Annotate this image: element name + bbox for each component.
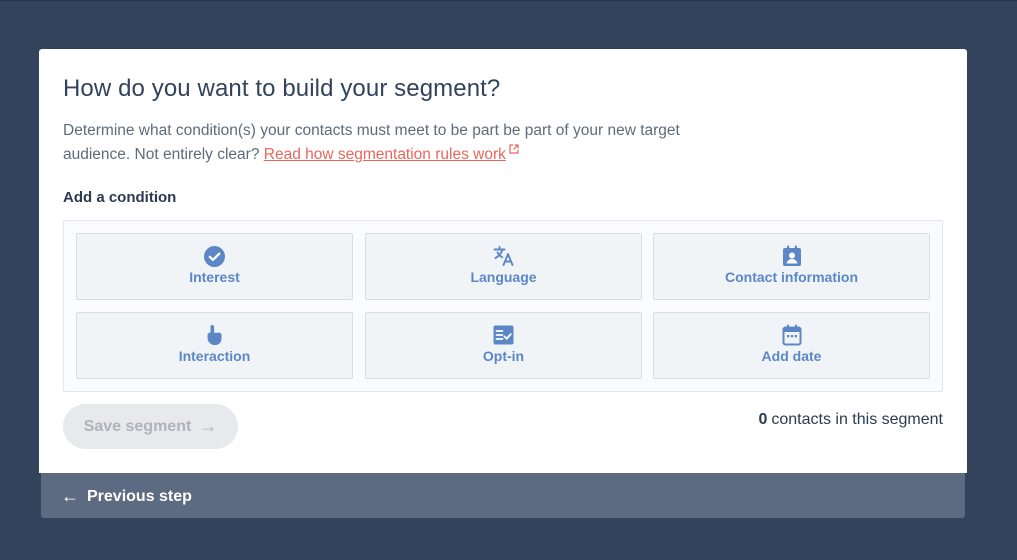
condition-language[interactable]: Language bbox=[365, 233, 642, 300]
save-segment-button[interactable]: Save segment → bbox=[63, 404, 238, 449]
condition-grid: Interest Language Contact information In… bbox=[63, 220, 943, 392]
help-link[interactable]: Read how segmentation rules work bbox=[264, 146, 506, 163]
condition-label: Opt-in bbox=[482, 348, 525, 364]
contact-count: 0 contacts in this segment bbox=[758, 411, 943, 429]
condition-label: Contact information bbox=[725, 269, 858, 285]
condition-label: Language bbox=[470, 269, 537, 285]
condition-interaction[interactable]: Interaction bbox=[76, 312, 353, 379]
condition-opt-in[interactable]: Opt-in bbox=[365, 312, 642, 379]
segment-builder-card: How do you want to build your segment? D… bbox=[39, 49, 967, 473]
arrow-left-icon: ← bbox=[61, 486, 79, 506]
condition-label: Interaction bbox=[178, 348, 251, 364]
touch-hand-icon bbox=[204, 324, 226, 346]
condition-add-date[interactable]: Add date bbox=[653, 312, 930, 379]
translate-icon bbox=[493, 245, 515, 267]
condition-interest[interactable]: Interest bbox=[76, 233, 353, 300]
calendar-icon bbox=[781, 324, 803, 346]
external-link-icon bbox=[509, 144, 519, 154]
help-link-text: Read how segmentation rules work bbox=[263, 146, 506, 163]
description: Determine what condition(s) your contact… bbox=[63, 119, 743, 167]
section-label: Add a condition bbox=[63, 189, 177, 206]
window-top-border bbox=[0, 0, 1017, 1]
previous-step-label: Previous step bbox=[87, 487, 192, 505]
condition-label: Interest bbox=[189, 269, 240, 285]
page-title: How do you want to build your segment? bbox=[63, 75, 501, 102]
condition-label: Add date bbox=[761, 348, 822, 364]
contact-count-value: 0 bbox=[758, 411, 768, 428]
save-segment-label: Save segment bbox=[83, 417, 192, 435]
checklist-icon bbox=[493, 324, 515, 346]
previous-step-button[interactable]: ← Previous step bbox=[61, 486, 192, 507]
contact-card-icon bbox=[781, 245, 803, 267]
condition-contact-information[interactable]: Contact information bbox=[653, 233, 930, 300]
footer-bar: ← Previous step bbox=[41, 473, 965, 518]
contact-count-suffix: contacts in this segment bbox=[771, 411, 943, 428]
check-circle-icon bbox=[204, 245, 226, 267]
arrow-right-icon: → bbox=[199, 416, 218, 436]
